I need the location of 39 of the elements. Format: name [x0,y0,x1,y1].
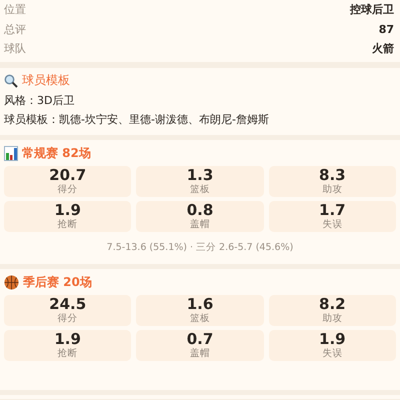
stat-label: 得分 [58,184,78,196]
bar-chart-icon [4,146,18,161]
stat-value: 1.6 [186,296,214,312]
field-value: 火箭 [372,41,394,56]
stat-label: 失误 [322,218,342,230]
stat-label: 助攻 [322,184,342,196]
stat-label: 得分 [58,312,78,324]
field-value: 87 [378,22,394,36]
section-title: 常规赛 82场 [22,145,91,162]
stat-label: 篮板 [190,184,210,196]
stat-label: 抢断 [58,218,78,230]
field-label: 位置 [4,2,26,18]
stat-value: 1.9 [54,202,81,218]
search-icon [4,74,18,88]
stat-value: 8.3 [319,166,346,184]
field-value: 控球后卫 [350,2,394,18]
stat-label: 盖帽 [190,218,210,230]
stat-value: 0.8 [186,202,214,218]
stat-label: 篮板 [190,312,210,324]
section-title: 球员模板 [22,72,70,89]
template-text: 风格：3D后卫 [4,92,76,108]
stat-value: 8.2 [319,296,346,312]
template-text: 球员模板：凯德-坎宁安、里德-谢泼德、布朗尼-詹姆斯 [4,112,270,128]
stat-label: 助攻 [322,312,342,324]
stat-label: 抢断 [58,348,78,360]
basketball-icon [4,275,19,290]
stat-value: 1.9 [54,330,81,348]
section-title: 季后赛 20场 [23,274,92,291]
stat-value: 1.7 [319,202,346,218]
field-label: 球队 [4,41,26,56]
stat-value: 0.7 [186,330,214,348]
stat-value: 1.9 [319,330,346,348]
stat-label: 失误 [322,348,342,360]
field-label: 总评 [4,22,26,37]
stat-label: 盖帽 [190,348,210,360]
shooting-summary: 7.5-13.6 (55.1%) · 三分 2.6-5.7 (45.6%) [106,240,294,254]
stat-value: 1.3 [186,166,214,184]
stat-value: 24.5 [49,296,86,312]
stat-value: 20.7 [49,166,86,184]
